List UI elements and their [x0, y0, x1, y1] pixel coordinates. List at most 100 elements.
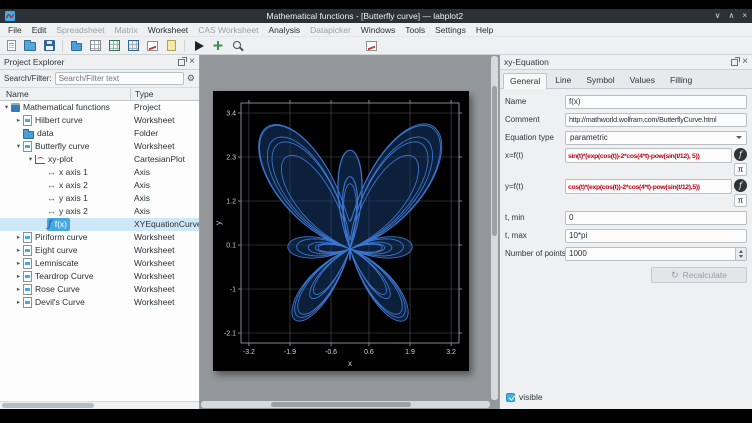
float-panel-icon[interactable] — [178, 59, 185, 66]
spin-down-icon[interactable] — [739, 255, 743, 258]
tree-row-butterfly-curve[interactable]: ▾Butterfly curve Worksheet — [0, 140, 199, 153]
toolbar-new-folder[interactable] — [67, 38, 85, 54]
maximize-button[interactable]: ∧ — [728, 12, 734, 20]
comment-field[interactable] — [565, 113, 747, 127]
tree-column-header[interactable]: Name Type — [0, 88, 199, 101]
toolbar-save-project[interactable] — [40, 38, 58, 54]
points-stepper[interactable] — [736, 247, 747, 261]
expander-icon[interactable]: ▾ — [14, 140, 23, 153]
tab-symbol[interactable]: Symbol — [579, 72, 621, 88]
menu-file[interactable]: File — [3, 23, 27, 37]
y-equation-field[interactable]: cos(t)*(exp(cos(t))-2*cos(4*t)-pow(sin(t… — [565, 179, 732, 194]
toolbar-zoom[interactable] — [227, 38, 245, 54]
tree-row-piriform-curve[interactable]: ▸Piriform curve Worksheet — [0, 231, 199, 244]
column-type[interactable]: Type — [130, 88, 199, 101]
toolbar-new-spreadsheet[interactable] — [105, 38, 123, 54]
toolbar-play[interactable] — [189, 38, 207, 54]
insert-constant-button[interactable]: π — [734, 163, 747, 176]
worksheet-hscrollbar[interactable] — [201, 401, 490, 408]
tree-row-y-axis-1[interactable]: y axis 1 Axis — [0, 192, 199, 205]
plot-svg[interactable]: -3.2-1.9-0.60.61.93.23.42.31.20.1-1-2.1x… — [213, 91, 469, 371]
scrollbar-thumb[interactable] — [2, 403, 94, 408]
name-field[interactable] — [565, 95, 747, 109]
menu-edit[interactable]: Edit — [27, 23, 52, 37]
scrollbar-thumb[interactable] — [271, 402, 411, 407]
filter-options-icon[interactable]: ⚙ — [187, 74, 195, 83]
tree-row-devils-curve[interactable]: ▸Devil's Curve Worksheet — [0, 296, 199, 309]
expander-icon[interactable]: ▸ — [14, 244, 23, 257]
expander-icon[interactable]: ▸ — [14, 231, 23, 244]
tab-values[interactable]: Values — [623, 72, 662, 88]
worksheet-plot[interactable]: -3.2-1.9-0.60.61.93.23.42.31.20.1-1-2.1x… — [213, 91, 469, 371]
tree-row-xy-plot[interactable]: ▾xy-plot CartesianPlot — [0, 153, 199, 166]
tmin-field[interactable] — [565, 211, 747, 225]
close-panel-icon[interactable]: × — [742, 57, 748, 67]
menu-analysis[interactable]: Analysis — [264, 23, 306, 37]
expander-icon[interactable]: ▸ — [14, 296, 23, 309]
tree-row-hilbert-curve[interactable]: ▸Hilbert curve Worksheet — [0, 114, 199, 127]
tree-row-x-axis-1[interactable]: x axis 1 Axis — [0, 166, 199, 179]
toolbar-new-matrix[interactable] — [124, 38, 142, 54]
expander-icon[interactable]: ▾ — [26, 153, 35, 166]
toolbar-new-project[interactable] — [2, 38, 20, 54]
float-panel-icon[interactable] — [731, 59, 738, 66]
expander-icon[interactable]: ▸ — [14, 257, 23, 270]
tree-row-teardrop-curve[interactable]: ▸Teardrop Curve Worksheet — [0, 270, 199, 283]
titlebar[interactable]: Mathematical functions - [Butterfly curv… — [0, 9, 752, 23]
tree-row-data[interactable]: data Folder — [0, 127, 199, 140]
tree-row-rose-curve[interactable]: ▸Rose Curve Worksheet — [0, 283, 199, 296]
tree-row-y-axis-2[interactable]: y axis 2 Axis — [0, 205, 199, 218]
search-filter-row: Search/Filter: ⚙ — [0, 70, 199, 88]
menu-help[interactable]: Help — [471, 23, 498, 37]
expander-icon[interactable]: ▸ — [14, 270, 23, 283]
worksheet-icon — [23, 232, 32, 243]
tree-row-fx-selected[interactable]: f(x) XYEquationCurve — [0, 218, 199, 231]
expander-icon[interactable]: ▸ — [14, 114, 23, 127]
worksheet-view[interactable]: -3.2-1.9-0.60.61.93.23.42.31.20.1-1-2.1x… — [200, 55, 499, 409]
xy-equation-header: xy-Equation × — [500, 55, 752, 70]
tree-item-type: Axis — [130, 192, 199, 205]
menu-settings[interactable]: Settings — [430, 23, 471, 37]
toolbar-new-workbook[interactable] — [86, 38, 104, 54]
tab-filling[interactable]: Filling — [663, 72, 699, 88]
insert-function-button[interactable]: f — [734, 148, 747, 161]
close-panel-icon[interactable]: × — [189, 57, 195, 67]
x-equation-field[interactable]: sin(t)*(exp(cos(t))-2*cos(4*t)-pow(sin(t… — [565, 148, 732, 163]
scrollbar-thumb[interactable] — [492, 86, 497, 236]
equation-type-dropdown[interactable]: parametric — [565, 131, 747, 145]
expander-icon[interactable]: ▸ — [14, 283, 23, 296]
close-button[interactable]: × — [742, 12, 747, 20]
visible-checkbox[interactable] — [506, 393, 515, 402]
svg-text:1.2: 1.2 — [226, 199, 236, 206]
menu-tools[interactable]: Tools — [400, 23, 430, 37]
spin-up-icon[interactable] — [739, 250, 743, 253]
toolbar-new-note[interactable] — [162, 38, 180, 54]
column-name[interactable]: Name — [6, 88, 29, 101]
tree-item-type: Project — [130, 101, 199, 114]
tree-row-project[interactable]: ▾ Mathematical functions Project — [0, 101, 199, 114]
menu-worksheet[interactable]: Worksheet — [143, 23, 193, 37]
toolbar-new-worksheet[interactable] — [143, 38, 161, 54]
toolbar-export-worksheet[interactable] — [362, 38, 380, 54]
insert-constant-button[interactable]: π — [734, 194, 747, 207]
project-explorer-header: Project Explorer × — [0, 55, 199, 70]
expander-icon[interactable]: ▾ — [2, 101, 11, 114]
toolbar-open-project[interactable] — [21, 38, 39, 54]
tree-item-label: Mathematical functions — [23, 101, 110, 114]
worksheet-vscrollbar[interactable] — [491, 56, 498, 400]
note-icon — [167, 40, 176, 51]
search-input[interactable] — [55, 72, 184, 85]
tree-row-x-axis-2[interactable]: x axis 2 Axis — [0, 179, 199, 192]
insert-function-button[interactable]: f — [734, 179, 747, 192]
tab-general[interactable]: General — [503, 73, 547, 89]
tree-row-lemniscate[interactable]: ▸Lemniscate Worksheet — [0, 257, 199, 270]
menu-windows[interactable]: Windows — [356, 23, 400, 37]
tab-line[interactable]: Line — [548, 72, 578, 88]
explorer-hscrollbar[interactable] — [0, 401, 199, 409]
toolbar-new-datapicker[interactable] — [208, 38, 226, 54]
points-field[interactable] — [565, 247, 736, 261]
tmax-field[interactable] — [565, 229, 747, 243]
cartesian-plot-icon — [35, 155, 45, 164]
tree-row-eight-curve[interactable]: ▸Eight curve Worksheet — [0, 244, 199, 257]
minimize-button[interactable]: ∨ — [715, 12, 721, 20]
